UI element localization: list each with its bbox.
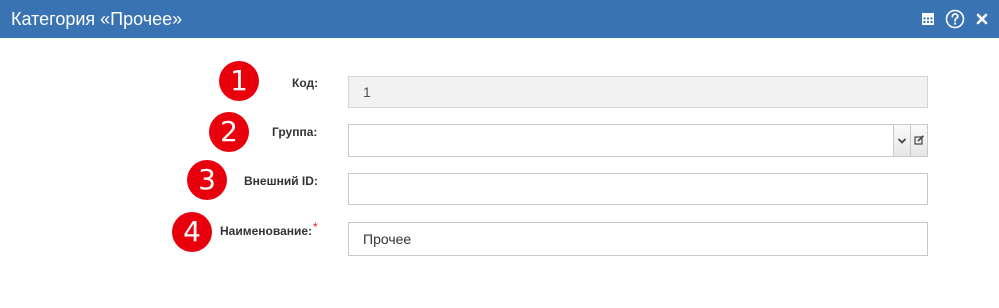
title-bar: Категория «Прочее» — [0, 0, 999, 38]
close-icon[interactable] — [972, 9, 992, 29]
group-edit-button[interactable] — [910, 124, 928, 157]
badge-2: 2 — [209, 112, 249, 152]
external-id-label: Внешний ID: — [244, 174, 318, 188]
edit-icon — [913, 135, 924, 145]
window-title: Категория «Прочее» — [11, 9, 183, 29]
group-label: Группа: — [272, 125, 318, 139]
badge-3: 3 — [187, 160, 227, 200]
calendar-icon[interactable] — [918, 9, 938, 29]
name-label-text: Наименование: — [220, 224, 313, 238]
chevron-down-icon — [897, 137, 907, 144]
code-value: 1 — [363, 84, 371, 100]
name-input[interactable]: Прочее — [348, 222, 928, 256]
badge-1: 1 — [219, 61, 259, 101]
category-dialog: Категория «Прочее» 1 Код: 1 2 Группа: 3 … — [0, 0, 999, 308]
group-select[interactable] — [348, 124, 894, 157]
group-dropdown-button[interactable] — [893, 124, 911, 157]
badge-4: 4 — [172, 212, 212, 252]
name-value: Прочее — [363, 231, 412, 247]
code-field: 1 — [348, 76, 928, 108]
required-marker: * — [313, 220, 318, 234]
name-label: Наименование:* — [220, 220, 318, 238]
external-id-input[interactable] — [348, 173, 928, 205]
code-label: Код: — [292, 76, 319, 90]
help-icon[interactable] — [945, 9, 965, 29]
